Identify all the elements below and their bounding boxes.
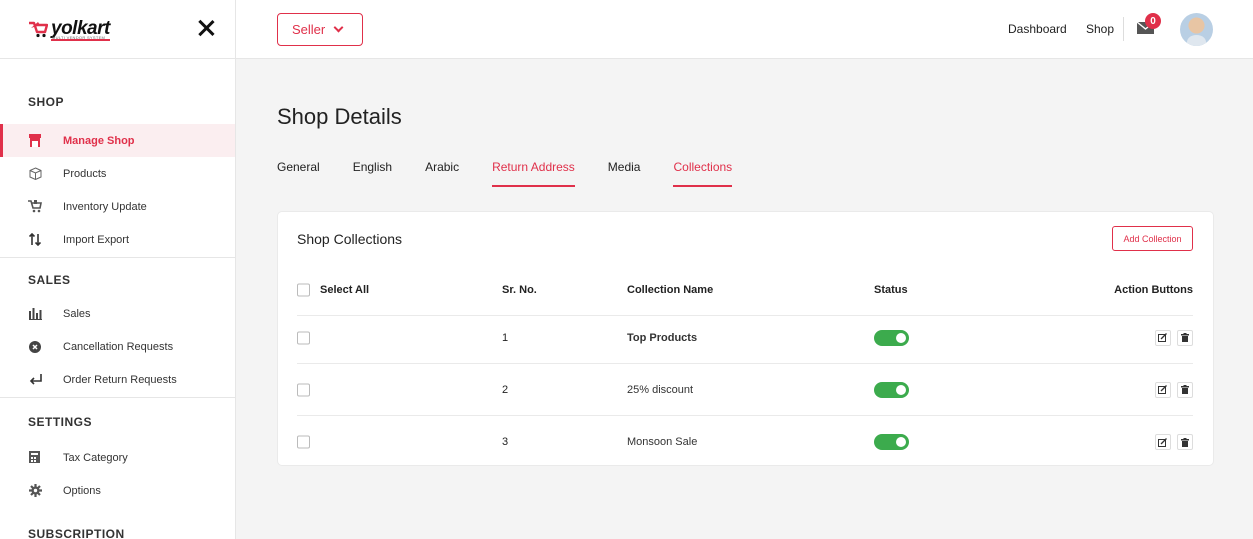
sr-no: 1 bbox=[502, 331, 509, 344]
dashboard-link[interactable]: Dashboard bbox=[1008, 22, 1067, 36]
action-buttons bbox=[1152, 381, 1193, 398]
box-icon bbox=[28, 167, 42, 181]
cancel-circle-icon bbox=[28, 340, 42, 354]
delete-icon[interactable] bbox=[1177, 434, 1193, 450]
section-title-shop: SHOP bbox=[28, 95, 65, 109]
sidebar-item-label: Sales bbox=[63, 307, 91, 320]
delete-icon[interactable] bbox=[1177, 381, 1193, 398]
tab-english[interactable]: English bbox=[353, 160, 392, 187]
sidebar-item-label: Products bbox=[63, 167, 107, 180]
add-collection-button[interactable]: Add Collection bbox=[1112, 226, 1193, 251]
divider bbox=[1123, 17, 1124, 41]
row-checkbox[interactable] bbox=[297, 331, 310, 344]
logo-tagline: MULTI VENDOR SYSTEM bbox=[52, 35, 106, 40]
sidebar-item-label: Cancellation Requests bbox=[63, 340, 174, 353]
status-toggle[interactable] bbox=[874, 434, 909, 450]
collection-name: 25% discount bbox=[627, 383, 694, 396]
select-all-checkbox[interactable] bbox=[297, 283, 310, 296]
sidebar-item-label: Tax Category bbox=[63, 451, 128, 464]
section-title-sales: SALES bbox=[28, 273, 71, 287]
column-header-status: Status bbox=[874, 283, 908, 296]
sidebar-item-cancellation-requests[interactable]: Cancellation Requests bbox=[0, 330, 235, 363]
chevron-down-icon bbox=[333, 22, 344, 33]
table-row: 3 Monsoon Sale bbox=[297, 416, 1193, 468]
page-title: Shop Details bbox=[277, 104, 402, 129]
sr-no: 2 bbox=[502, 383, 509, 396]
return-arrow-icon bbox=[28, 373, 42, 387]
close-sidebar-icon[interactable] bbox=[194, 16, 218, 40]
sidebar-item-order-return-requests[interactable]: Order Return Requests bbox=[0, 363, 235, 396]
table-row: 1 Top Products bbox=[297, 312, 1193, 364]
logo-bar: yolkart MULTI VENDOR SYSTEM bbox=[0, 0, 235, 59]
sidebar-item-label: Inventory Update bbox=[63, 200, 147, 213]
sort-arrows-icon bbox=[28, 233, 42, 247]
sidebar-item-manage-shop[interactable]: Manage Shop bbox=[0, 124, 235, 157]
row-checkbox[interactable] bbox=[297, 435, 310, 449]
card-title: Shop Collections bbox=[297, 231, 403, 247]
role-select-label: Seller bbox=[292, 22, 326, 37]
sidebar-item-products[interactable]: Products bbox=[0, 157, 235, 190]
shop-collections-card: Shop Collections Add Collection Select A… bbox=[277, 211, 1214, 466]
tabs: General English Arabic Return Address Me… bbox=[277, 160, 765, 187]
column-header-sr-no: Sr. No. bbox=[502, 283, 537, 296]
edit-icon[interactable] bbox=[1154, 381, 1171, 398]
row-checkbox[interactable] bbox=[297, 383, 310, 396]
edit-icon[interactable] bbox=[1154, 434, 1171, 450]
tab-media[interactable]: Media bbox=[608, 160, 641, 187]
edit-icon[interactable] bbox=[1154, 329, 1171, 346]
cart-icon bbox=[28, 200, 42, 214]
column-header-action-buttons: Action Buttons bbox=[1114, 283, 1193, 296]
sidebar: yolkart MULTI VENDOR SYSTEM SHOP Manage … bbox=[0, 0, 236, 539]
sidebar-item-import-export[interactable]: Import Export bbox=[0, 223, 235, 256]
status-toggle[interactable] bbox=[874, 381, 909, 398]
sidebar-item-label: Import Export bbox=[63, 233, 130, 246]
tab-return-address[interactable]: Return Address bbox=[492, 160, 575, 187]
sr-no: 3 bbox=[502, 436, 509, 448]
topbar: Seller Dashboard Shop 0 bbox=[236, 0, 1253, 59]
sidebar-item-label: Options bbox=[63, 484, 101, 497]
tab-collections[interactable]: Collections bbox=[673, 160, 732, 187]
status-toggle[interactable] bbox=[874, 329, 909, 346]
sidebar-item-label: Manage Shop bbox=[63, 134, 135, 147]
section-title-subscription: SUBSCRIPTION bbox=[28, 527, 125, 539]
sidebar-item-label: Order Return Requests bbox=[63, 373, 177, 386]
section-title-settings: SETTINGS bbox=[28, 415, 93, 429]
gear-icon bbox=[28, 484, 42, 498]
collection-name: Top Products bbox=[627, 331, 698, 344]
sidebar-item-sales[interactable]: Sales bbox=[0, 297, 235, 330]
tab-general[interactable]: General bbox=[277, 160, 320, 187]
logo-cart-icon bbox=[28, 20, 49, 38]
shop-link[interactable]: Shop bbox=[1086, 22, 1114, 36]
column-header-collection-name: Collection Name bbox=[627, 283, 714, 296]
table-header-row: Select All Sr. No. Collection Name Statu… bbox=[297, 264, 1193, 316]
tab-arabic[interactable]: Arabic bbox=[425, 160, 459, 187]
collection-name: Monsoon Sale bbox=[627, 436, 698, 448]
action-buttons bbox=[1152, 434, 1193, 450]
bar-chart-icon bbox=[28, 307, 42, 321]
notification-badge: 0 bbox=[1145, 13, 1161, 29]
sidebar-item-options[interactable]: Options bbox=[0, 474, 235, 507]
table-row: 2 25% discount bbox=[297, 364, 1193, 416]
role-select-dropdown[interactable]: Seller bbox=[277, 13, 363, 46]
column-header-select-all: Select All bbox=[320, 283, 370, 296]
delete-icon[interactable] bbox=[1177, 329, 1193, 346]
avatar[interactable] bbox=[1180, 13, 1213, 46]
sidebar-item-tax-category[interactable]: Tax Category bbox=[0, 441, 235, 474]
action-buttons bbox=[1152, 329, 1193, 346]
shop-icon bbox=[28, 134, 42, 148]
sidebar-item-inventory-update[interactable]: Inventory Update bbox=[0, 190, 235, 223]
calculator-icon bbox=[28, 451, 42, 465]
